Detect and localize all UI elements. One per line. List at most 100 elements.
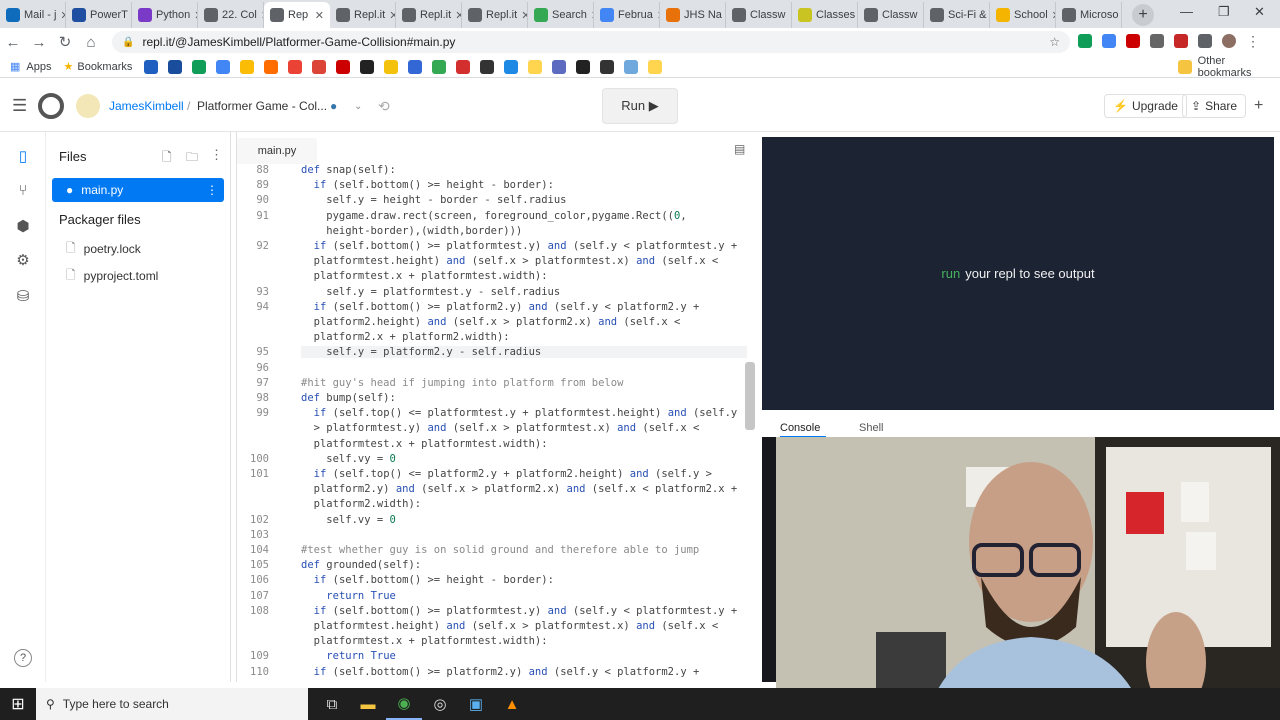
browser-tab[interactable]: Classes✕	[792, 2, 858, 28]
replit-logo[interactable]	[38, 80, 64, 132]
file-pyproject-toml[interactable]: 🗋 pyproject.toml	[52, 264, 224, 288]
add-pane-icon[interactable]: +	[1254, 80, 1263, 132]
file-explorer-icon[interactable]: ▬	[350, 688, 386, 720]
bookmark-icon[interactable]	[216, 59, 231, 74]
tab-close-icon[interactable]: ✕	[455, 9, 461, 22]
tab-close-icon[interactable]: ✕	[315, 9, 324, 22]
task-view-icon[interactable]: ⧉	[314, 688, 350, 720]
run-button[interactable]: Run ▶	[602, 88, 678, 124]
project-name[interactable]: Platformer Game - Col...	[197, 80, 327, 132]
bookmark-icon[interactable]	[528, 59, 543, 74]
browser-tab[interactable]: Repl.it✕	[462, 2, 528, 28]
browser-tab[interactable]: Python✕	[132, 2, 198, 28]
extension-icon[interactable]	[1126, 34, 1140, 48]
files-menu-icon[interactable]: ⋮	[210, 147, 223, 163]
bookmark-icon[interactable]	[192, 59, 207, 74]
bookmark-icon[interactable]	[168, 59, 183, 74]
browser-tab[interactable]: Februa✕	[594, 2, 660, 28]
bookmark-icon[interactable]	[648, 59, 663, 74]
browser-tab[interactable]: JHS Na✕	[660, 2, 726, 28]
format-icon[interactable]: ▤	[734, 142, 745, 156]
help-icon[interactable]: ?	[0, 642, 46, 674]
hamburger-menu-icon[interactable]: ☰	[12, 80, 27, 132]
editor-scrollbar[interactable]	[745, 362, 755, 430]
database-icon[interactable]: ⛁	[0, 280, 46, 312]
new-tab-button[interactable]: +	[1132, 4, 1154, 26]
bookmark-icon[interactable]	[408, 59, 423, 74]
bookmark-icon[interactable]	[336, 59, 351, 74]
extension-icon[interactable]	[1174, 34, 1188, 48]
file-poetry-lock[interactable]: 🗋 poetry.lock	[52, 237, 224, 261]
url-field[interactable]: 🔒 repl.it/@JamesKimbell/Platformer-Game-…	[112, 31, 1070, 53]
bookmark-icon[interactable]	[144, 59, 159, 74]
browser-tab[interactable]: School✕	[990, 2, 1056, 28]
code-editor[interactable]: main.py ▤ 88 def snap(self): 89 if (self.b…	[236, 132, 760, 682]
browser-tab[interactable]: PowerT✕	[66, 2, 132, 28]
menu-kebab-icon[interactable]: ⋮	[1246, 34, 1260, 48]
extensions-puzzle-icon[interactable]	[1198, 34, 1212, 48]
tab-close-icon[interactable]: ✕	[521, 9, 527, 22]
version-control-icon[interactable]: ⑂	[0, 174, 46, 206]
editor-tab-main-py[interactable]: main.py	[237, 138, 317, 164]
username-link[interactable]: JamesKimbell	[109, 80, 184, 132]
extension-icon[interactable]	[1078, 34, 1092, 48]
browser-tab[interactable]: 22. Col✕	[198, 2, 264, 28]
obs-icon[interactable]: ◎	[422, 688, 458, 720]
extension-icon[interactable]	[1102, 34, 1116, 48]
home-icon[interactable]: ⌂	[78, 34, 104, 51]
tab-console[interactable]: Console	[780, 422, 820, 434]
bookmark-apps[interactable]: Apps	[26, 61, 51, 73]
packages-icon[interactable]: ⬢	[0, 210, 46, 242]
maximize-icon[interactable]: ❐	[1218, 4, 1230, 20]
bookmark-icon[interactable]	[624, 59, 639, 74]
file-main-py[interactable]: ● main.py ⋮	[52, 178, 224, 202]
new-file-icon[interactable]: 🗋	[162, 148, 172, 169]
bookmark-icon[interactable]	[384, 59, 399, 74]
tab-shell[interactable]: Shell	[859, 422, 883, 434]
bookmark-icon[interactable]	[264, 59, 279, 74]
settings-gear-icon[interactable]: ⚙	[0, 244, 46, 276]
browser-tab[interactable]: Search✕	[528, 2, 594, 28]
chrome-icon[interactable]: ◉	[386, 688, 422, 720]
taskbar-search[interactable]: ⚲ Type here to search	[36, 688, 308, 720]
bookmark-icon[interactable]	[312, 59, 327, 74]
bookmark-bookmarks[interactable]: Bookmarks	[77, 61, 132, 73]
bookmark-icon[interactable]	[240, 59, 255, 74]
browser-tab[interactable]: Mail - j✕	[0, 2, 66, 28]
reload-icon[interactable]: ↻	[52, 33, 78, 51]
share-button[interactable]: ⇪ Share	[1182, 94, 1247, 118]
browser-tab[interactable]: Repl.it✕	[330, 2, 396, 28]
browser-tab[interactable]: Rep ✕	[264, 2, 330, 28]
new-folder-icon[interactable]: 🗀	[186, 148, 198, 169]
bookmark-icon[interactable]	[480, 59, 495, 74]
bookmark-icon[interactable]	[456, 59, 471, 74]
user-avatar[interactable]	[76, 80, 100, 132]
browser-tab[interactable]: Sci-Fi &✕	[924, 2, 990, 28]
bookmark-icon[interactable]	[360, 59, 375, 74]
file-menu-icon[interactable]: ⋮	[206, 183, 218, 197]
tab-close-icon[interactable]: ✕	[389, 9, 395, 22]
extension-icon[interactable]	[1150, 34, 1164, 48]
profile-avatar[interactable]	[1222, 34, 1236, 48]
history-icon[interactable]: ⟲	[378, 80, 390, 132]
files-icon[interactable]: ▯	[0, 140, 46, 172]
browser-tab[interactable]: Repl.it✕	[396, 2, 462, 28]
minimize-icon[interactable]: —	[1180, 4, 1193, 19]
bookmark-icon[interactable]	[576, 59, 591, 74]
bookmark-icon[interactable]	[504, 59, 519, 74]
other-bookmarks[interactable]: Other bookmarks	[1178, 55, 1280, 79]
back-icon[interactable]: ←	[0, 34, 26, 51]
windows-start-icon[interactable]: ⊞	[0, 688, 36, 720]
bookmark-icon[interactable]	[600, 59, 615, 74]
bookmark-icon[interactable]	[552, 59, 567, 74]
close-window-icon[interactable]: ✕	[1254, 4, 1265, 20]
browser-tab[interactable]: Classw✕	[858, 2, 924, 28]
browser-tab[interactable]: Microso✕	[1056, 2, 1122, 28]
bookmark-icon[interactable]	[288, 59, 303, 74]
screen-app-icon[interactable]: ▣	[458, 688, 494, 720]
bookmark-icon[interactable]	[432, 59, 447, 74]
star-icon[interactable]: ☆	[1049, 35, 1060, 49]
browser-tab[interactable]: Classw✕	[726, 2, 792, 28]
vlc-icon[interactable]: ▲	[494, 688, 530, 720]
chevron-down-icon[interactable]: ⌄	[354, 80, 362, 132]
